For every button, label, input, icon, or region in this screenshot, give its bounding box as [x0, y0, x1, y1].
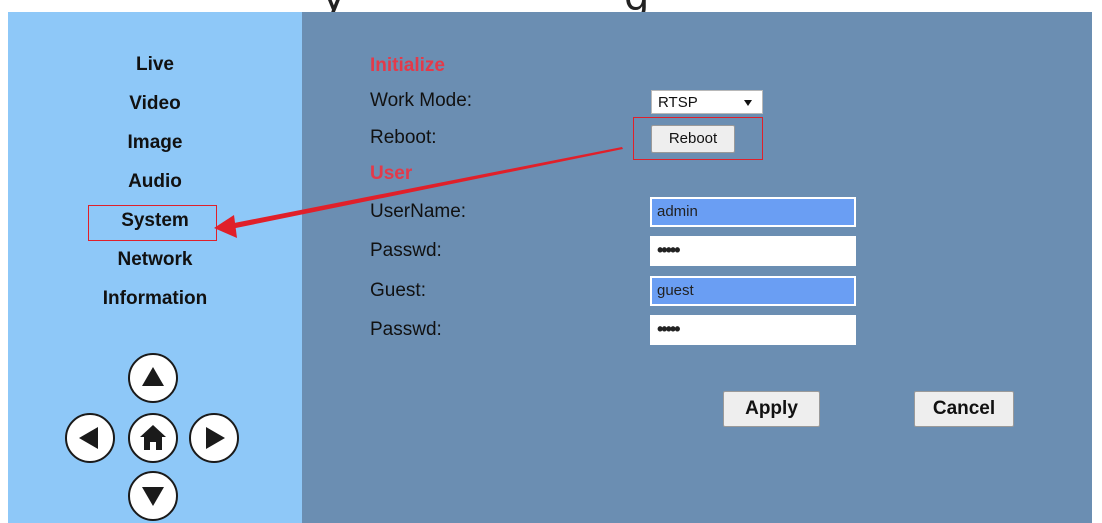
down-arrow-icon	[142, 487, 164, 506]
ptz-up-button[interactable]	[128, 353, 178, 403]
reboot-button[interactable]: Reboot	[651, 125, 735, 153]
left-arrow-icon	[79, 427, 98, 449]
username-label: UserName:	[370, 201, 467, 222]
sidebar-item-information[interactable]: Information	[8, 288, 302, 310]
reboot-label: Reboot:	[370, 127, 437, 148]
sidebar-item-network[interactable]: Network	[8, 249, 302, 271]
chevron-down-icon	[744, 100, 752, 106]
password-field[interactable]: •••••	[650, 236, 856, 266]
up-arrow-icon	[142, 367, 164, 386]
ptz-left-button[interactable]	[65, 413, 115, 463]
work-mode-select[interactable]: RTSP	[651, 90, 763, 114]
ptz-right-button[interactable]	[189, 413, 239, 463]
sidebar-item-live[interactable]: Live	[8, 54, 302, 76]
right-arrow-icon	[206, 427, 225, 449]
work-mode-value: RTSP	[658, 94, 698, 111]
work-mode-label: Work Mode:	[370, 90, 473, 111]
guest-password-label: Passwd:	[370, 319, 442, 340]
settings-panel	[302, 12, 1092, 523]
cancel-button[interactable]: Cancel	[914, 391, 1014, 427]
ptz-home-button[interactable]	[128, 413, 178, 463]
sidebar-item-audio[interactable]: Audio	[8, 171, 302, 193]
sidebar-item-system[interactable]: System	[8, 210, 302, 232]
section-title-initialize: Initialize	[370, 55, 445, 76]
page-margin	[1092, 0, 1102, 523]
sidebar-item-video[interactable]: Video	[8, 93, 302, 115]
password-label: Passwd:	[370, 240, 442, 261]
ptz-down-button[interactable]	[128, 471, 178, 521]
cropped-heading-fragment: y	[322, 0, 346, 12]
guest-password-field[interactable]: •••••	[650, 315, 856, 345]
guest-field[interactable]: guest	[650, 276, 856, 306]
home-icon	[140, 425, 166, 450]
section-title-user: User	[370, 163, 413, 184]
apply-button[interactable]: Apply	[723, 391, 820, 427]
guest-label: Guest:	[370, 280, 426, 301]
sidebar-item-image[interactable]: Image	[8, 132, 302, 154]
username-field[interactable]: admin	[650, 197, 856, 227]
cropped-heading-strip: y g	[0, 0, 1102, 12]
cropped-heading-fragment: g	[624, 0, 649, 12]
